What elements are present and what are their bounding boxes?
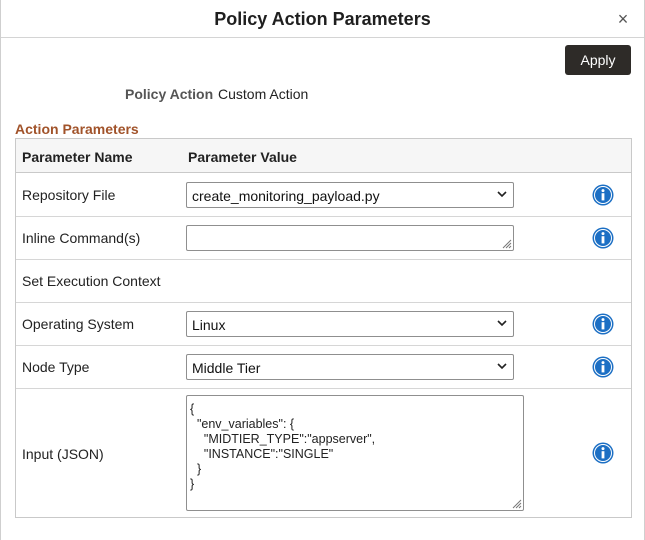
row-label: Inline Command(s) <box>22 230 141 246</box>
info-circle-icon[interactable] <box>592 184 614 206</box>
dialog-title: Policy Action Parameters <box>214 9 431 29</box>
input-json-textarea[interactable]: { "env_variables": { "MIDTIER_TYPE":"app… <box>186 395 524 511</box>
dialog-titlebar: Policy Action Parameters × <box>1 0 644 38</box>
info-circle-icon[interactable] <box>592 313 614 335</box>
inline-commands-textarea[interactable] <box>186 225 514 251</box>
chevron-down-icon <box>497 320 507 327</box>
row-label: Operating System <box>22 316 135 332</box>
node-type-select[interactable]: Middle Tier <box>186 354 514 380</box>
grid-header: Parameter Name Parameter Value <box>16 139 631 173</box>
repository-file-select[interactable]: create_monitoring_payload.py <box>186 182 514 208</box>
row-label: Input (JSON) <box>22 446 104 462</box>
column-header-parameter-name: Parameter Name <box>22 149 133 165</box>
table-row-operating-system: Operating System Linux <box>16 303 631 346</box>
policy-action-parameters-dialog: Policy Action Parameters × Apply Policy … <box>0 0 645 540</box>
policy-action-label: Policy Action <box>125 86 214 102</box>
table-row-input-json: Input (JSON) { "env_variables": { "MIDTI… <box>16 389 631 517</box>
table-row-set-execution-context: Set Execution Context <box>16 260 631 303</box>
json-content: { "env_variables": { "MIDTIER_TYPE":"app… <box>190 402 376 491</box>
action-parameters-grid: Parameter Name Parameter Value Repositor… <box>15 138 632 518</box>
action-parameters-heading: Action Parameters <box>15 121 139 137</box>
row-label: Set Execution Context <box>22 273 161 289</box>
info-circle-icon[interactable] <box>592 227 614 249</box>
apply-button[interactable]: Apply <box>565 45 631 75</box>
table-row-node-type: Node Type Middle Tier <box>16 346 631 389</box>
table-row-inline-commands: Inline Command(s) <box>16 217 631 260</box>
chevron-down-icon <box>497 191 507 198</box>
policy-action-value: Custom Action <box>218 86 309 102</box>
resize-grip-icon[interactable] <box>510 497 522 509</box>
table-row-repository-file: Repository File create_monitoring_payloa… <box>16 174 631 217</box>
select-value: Middle Tier <box>192 360 261 376</box>
row-label: Repository File <box>22 187 116 203</box>
info-circle-icon[interactable] <box>592 356 614 378</box>
close-icon[interactable]: × <box>614 10 632 28</box>
select-value: Linux <box>192 317 226 333</box>
operating-system-select[interactable]: Linux <box>186 311 514 337</box>
column-header-parameter-value: Parameter Value <box>188 149 297 165</box>
info-circle-icon[interactable] <box>592 442 614 464</box>
select-value: create_monitoring_payload.py <box>192 188 380 204</box>
row-label: Node Type <box>22 359 90 375</box>
resize-grip-icon[interactable] <box>500 237 512 249</box>
chevron-down-icon <box>497 363 507 370</box>
